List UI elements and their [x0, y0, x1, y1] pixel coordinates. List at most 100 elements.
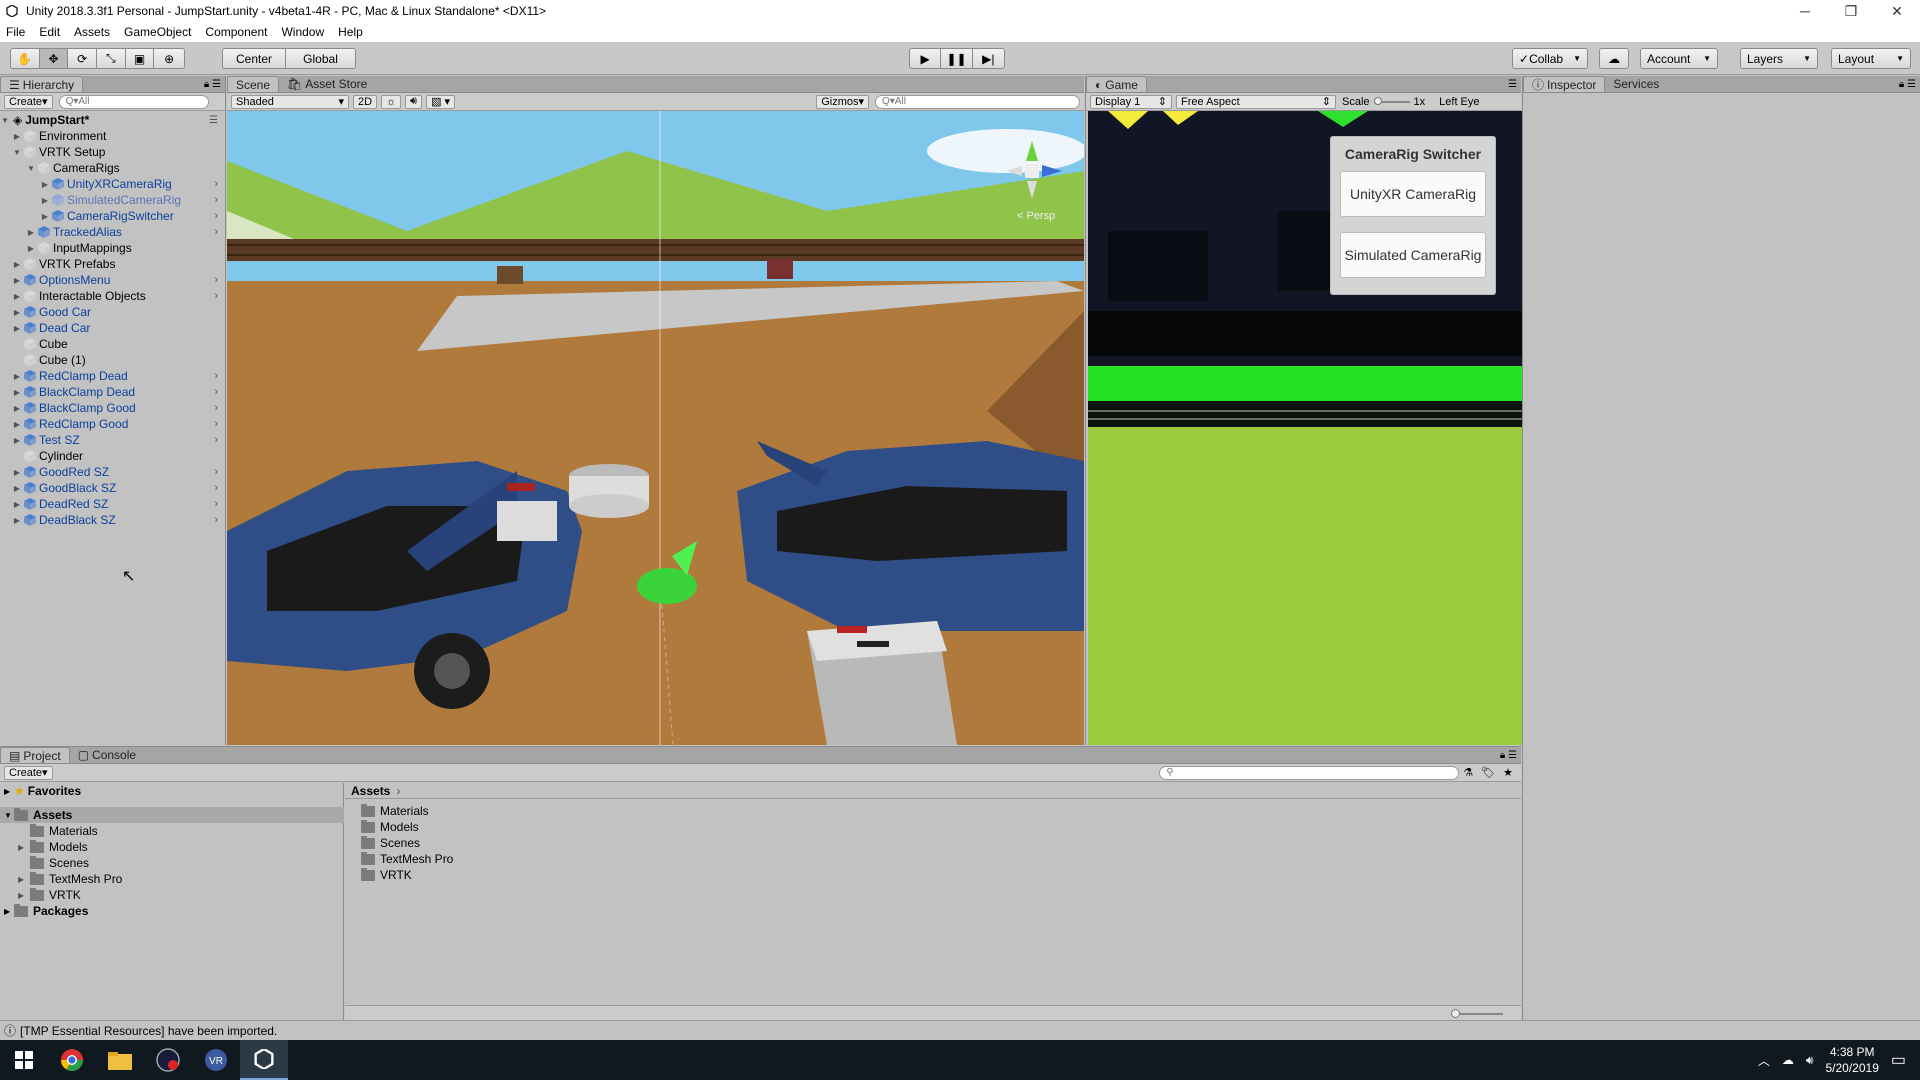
tab-game[interactable]: ◐ Game [1086, 76, 1147, 92]
expand-arrow-icon[interactable]: ▶ [18, 843, 30, 852]
expand-arrow-icon[interactable]: ▶ [12, 420, 22, 429]
hierarchy-item[interactable]: ▶ OptionsMenu › [0, 272, 224, 288]
display-dropdown[interactable]: Display 1 ⇕ [1090, 94, 1172, 109]
scale-slider[interactable] [1373, 96, 1410, 105]
hierarchy-item[interactable]: ▶ BlackClamp Dead › [0, 384, 224, 400]
prefab-open-chevron-icon[interactable]: › [214, 402, 218, 414]
project-tree-folder[interactable]: ▶ TextMesh Pro [18, 871, 122, 887]
prefab-open-chevron-icon[interactable]: › [214, 434, 218, 446]
favorite-star-icon[interactable]: ★ [1503, 766, 1513, 779]
favorites-expand-icon[interactable]: ▶ [4, 787, 14, 796]
persp-label[interactable]: < Persp [1017, 210, 1055, 222]
gizmos-dropdown[interactable]: Gizmos ▾ [816, 94, 869, 109]
hierarchy-item[interactable]: ▶ GoodRed SZ › [0, 464, 224, 480]
global-toggle[interactable]: Global [286, 49, 355, 68]
prefab-open-chevron-icon[interactable]: › [214, 290, 218, 302]
prefab-open-chevron-icon[interactable]: › [214, 466, 218, 478]
project-tree-folder[interactable]: ▶ Models [18, 839, 88, 855]
scene-root[interactable]: ▼ ◈ JumpStart* ☰ [0, 112, 224, 128]
shading-dropdown[interactable]: Shaded ▾ [231, 94, 349, 109]
unity-taskbar-icon[interactable] [240, 1040, 288, 1080]
menu-window[interactable]: Window [281, 25, 324, 39]
expand-arrow-icon[interactable]: ▶ [12, 276, 22, 285]
project-create-button[interactable]: Create ▾ [4, 765, 53, 780]
rect-tool-icon[interactable]: ▣ [126, 49, 155, 68]
onedrive-icon[interactable]: ☁ [1782, 1053, 1794, 1067]
project-asset-folder[interactable]: Models [361, 819, 419, 835]
prefab-open-chevron-icon[interactable]: › [214, 418, 218, 430]
expand-arrow-icon[interactable]: ▶ [18, 875, 30, 884]
chrome-icon[interactable] [48, 1040, 96, 1080]
project-tree-folder[interactable]: Materials [18, 823, 98, 839]
tab-scene[interactable]: Scene [227, 76, 280, 92]
account-button[interactable]: Account ▼ [1640, 48, 1718, 69]
menu-edit[interactable]: Edit [39, 25, 60, 39]
hierarchy-search[interactable]: Q▾All [58, 94, 209, 109]
scene-viewport[interactable]: < Persp [227, 111, 1084, 745]
project-tree-folder[interactable]: Scenes [18, 855, 89, 871]
favorites-node[interactable]: ▶ ★ Favorites [4, 783, 81, 799]
hierarchy-item[interactable]: ▶ RedClamp Good › [0, 416, 224, 432]
assets-node[interactable]: ▼ Assets [0, 807, 344, 823]
expand-arrow-icon[interactable]: ▶ [12, 260, 22, 269]
expand-arrow-icon[interactable]: ▶ [12, 308, 22, 317]
minimize-icon[interactable]: ─ [1782, 0, 1828, 22]
tab-hierarchy[interactable]: ☰ Hierarchy [0, 76, 84, 92]
steamvr-icon[interactable]: VR [192, 1040, 240, 1080]
play-icon[interactable]: ▶ [910, 49, 942, 68]
packages-expand-icon[interactable]: ▶ [4, 907, 14, 916]
tab-asset-store[interactable]: 🛍︎ Asset Store [279, 76, 375, 92]
move-tool-icon[interactable]: ✥ [39, 49, 69, 68]
volume-icon[interactable]: 🔊︎ [1806, 1053, 1814, 1068]
lock-icon[interactable]: 🔒︎ ☰ [204, 79, 221, 90]
prefab-open-chevron-icon[interactable]: › [214, 514, 218, 526]
project-tree-folder[interactable]: ▶ VRTK [18, 887, 81, 903]
recording-app-icon[interactable] [144, 1040, 192, 1080]
expand-arrow-icon[interactable]: ▶ [12, 292, 22, 301]
menu-gameobject[interactable]: GameObject [124, 25, 191, 39]
scale-tool-icon[interactable]: ⤡ [97, 49, 126, 68]
prefab-open-chevron-icon[interactable]: › [214, 370, 218, 382]
simulated-camerarig-button[interactable]: Simulated CameraRig [1340, 232, 1486, 278]
step-icon[interactable]: ▶| [973, 49, 1004, 68]
expand-arrow-icon[interactable]: ▶ [12, 516, 22, 525]
expand-arrow-icon[interactable]: ▶ [18, 891, 30, 900]
expand-arrow-icon[interactable]: ▶ [40, 196, 50, 205]
prefab-open-chevron-icon[interactable]: › [214, 482, 218, 494]
project-asset-folder[interactable]: Materials [361, 803, 429, 819]
packages-node[interactable]: ▶ Packages [4, 903, 88, 919]
unityxr-camerarig-button[interactable]: UnityXR CameraRig [1340, 171, 1486, 217]
hierarchy-item[interactable]: ▶ TrackedAlias › [0, 224, 224, 240]
project-asset-folder[interactable]: TextMesh Pro [361, 851, 453, 867]
breadcrumb-assets[interactable]: Assets [351, 784, 390, 798]
project-search[interactable]: ⚲ [1159, 765, 1460, 780]
hierarchy-item[interactable]: ▼ VRTK Setup [0, 144, 224, 160]
hierarchy-item[interactable]: ▶ SimulatedCameraRig › [0, 192, 224, 208]
cloud-icon[interactable]: ☁ [1599, 48, 1629, 69]
hierarchy-item[interactable]: ▶ RedClamp Dead › [0, 368, 224, 384]
hierarchy-item[interactable]: ▶ UnityXRCameraRig › [0, 176, 224, 192]
prefab-open-chevron-icon[interactable]: › [214, 498, 218, 510]
hierarchy-item[interactable]: ▶ Test SZ › [0, 432, 224, 448]
game-menu-icon[interactable]: ☰ [1508, 79, 1517, 90]
expand-arrow-icon[interactable]: ▼ [12, 148, 22, 157]
expand-arrow-icon[interactable]: ▶ [26, 244, 36, 253]
menu-assets[interactable]: Assets [74, 25, 110, 39]
expand-arrow-icon[interactable]: ▶ [26, 228, 36, 237]
hierarchy-item[interactable]: ▶ CameraRigSwitcher › [0, 208, 224, 224]
restore-icon[interactable]: ❐ [1828, 0, 1874, 22]
center-toggle[interactable]: Center [223, 49, 287, 68]
rotate-tool-icon[interactable]: ⟳ [68, 49, 98, 68]
scene-menu-icon[interactable]: ☰ [209, 115, 218, 126]
expand-arrow-icon[interactable]: ▶ [12, 500, 22, 509]
taskbar-clock[interactable]: 4:38 PM 5/20/2019 [1825, 1044, 1878, 1076]
game-viewport[interactable]: CameraRig Switcher UnityXR CameraRig Sim… [1088, 111, 1522, 745]
filter-label-icon[interactable]: 🏷︎ [1481, 766, 1495, 779]
expand-arrow-icon[interactable]: ▶ [12, 484, 22, 493]
tab-inspector[interactable]: ⓘ Inspector [1523, 76, 1606, 92]
prefab-open-chevron-icon[interactable]: › [214, 210, 218, 222]
tab-services[interactable]: Services [1605, 76, 1667, 92]
hierarchy-item[interactable]: ▶ DeadBlack SZ › [0, 512, 224, 528]
eye-dropdown[interactable]: Left Eye [1435, 95, 1483, 109]
icon-size-slider[interactable] [1451, 1009, 1503, 1018]
